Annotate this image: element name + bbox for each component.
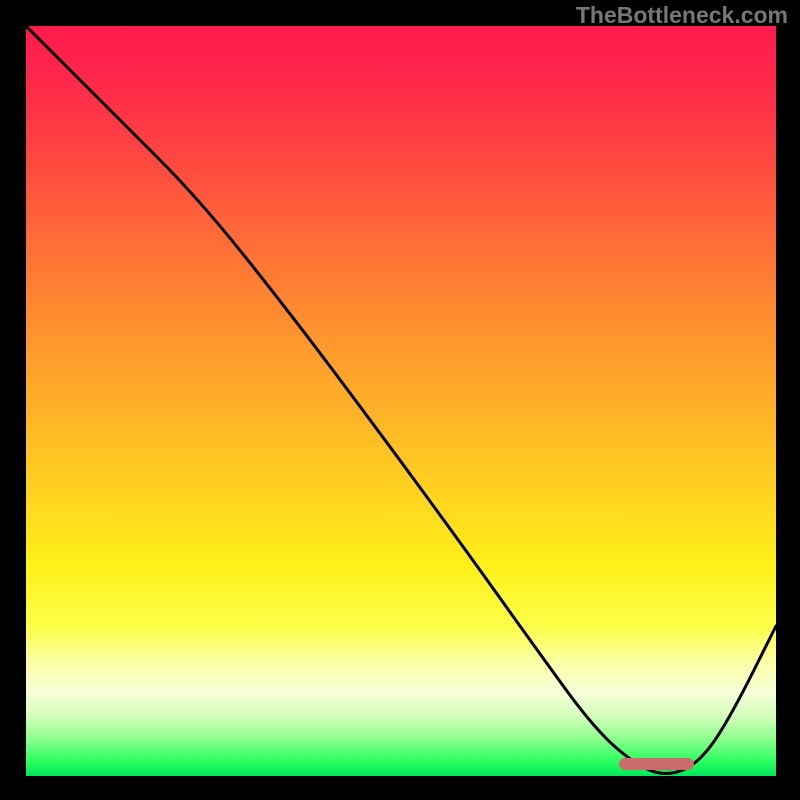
bottleneck-chart: TheBottleneck.com <box>0 0 800 800</box>
optimum-range-marker <box>619 758 694 770</box>
watermark-text: TheBottleneck.com <box>576 2 788 29</box>
plot-area <box>26 26 776 776</box>
bottleneck-curve <box>26 26 776 776</box>
